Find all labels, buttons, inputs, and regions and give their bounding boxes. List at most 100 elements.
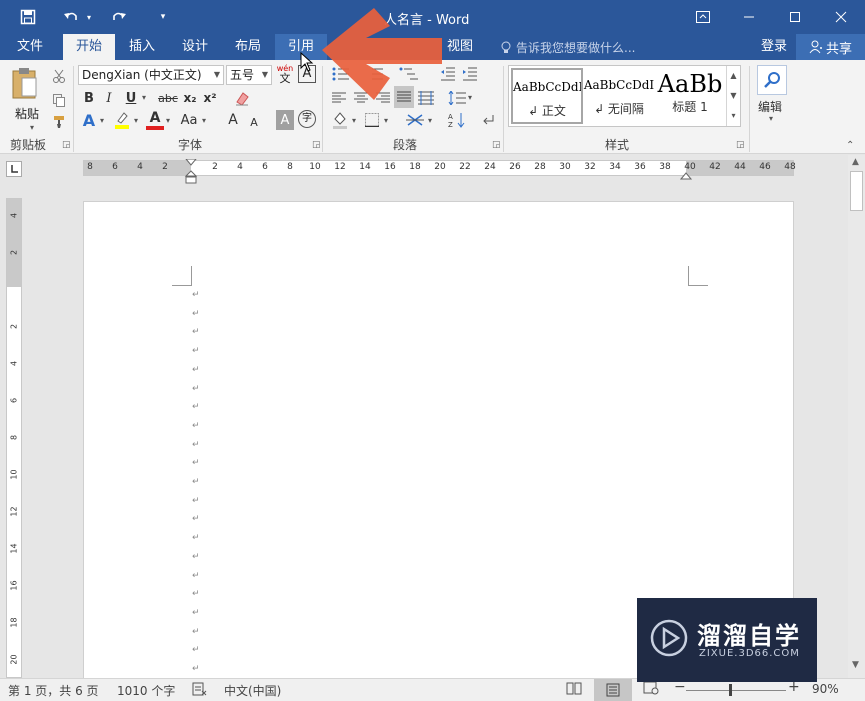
style-normal[interactable]: AaBbCcDdI ↲ 正文 [511,68,583,124]
sort-icon[interactable]: AZ [446,110,468,130]
share-label: 共享 [825,41,852,57]
collapse-ribbon-icon[interactable]: ⌃ [846,140,854,151]
paste-dropdown-icon[interactable]: ▾ [30,123,34,132]
vruler-tick-label: 4 [9,360,19,367]
scroll-down-icon[interactable]: ▼ [852,660,859,670]
vruler-tick-label: 4 [9,212,19,219]
highlight-icon[interactable] [112,110,132,130]
find-icon[interactable] [757,65,787,95]
tell-me-box[interactable]: 告诉我您想要做什么... [500,39,635,56]
cut-icon[interactable] [50,66,68,86]
vertical-ruler[interactable]: 4 2 2 4 6 8 10 12 14 16 18 20 [6,198,22,678]
line-spacing-icon[interactable] [446,88,468,108]
underline-button[interactable]: U [122,88,140,108]
tab-layout[interactable]: 布局 [222,34,274,60]
tab-home[interactable]: 开始 [63,34,116,60]
customize-qat-icon[interactable]: ▾ [156,6,170,28]
format-painter-icon[interactable] [50,112,68,132]
undo-dropdown-icon[interactable]: ▾ [84,6,94,28]
line-spacing-dropdown-icon[interactable]: ▾ [468,93,472,102]
underline-dropdown-icon[interactable]: ▾ [142,93,146,102]
vruler-tick-label: 20 [9,654,19,665]
text-effects-icon[interactable]: A [80,110,98,130]
horizontal-ruler[interactable]: 8 6 4 2 2 4 6 8 10 12 14 16 18 20 22 24 26 28 30 32 34 36 38 40… [83,158,796,184]
font-launcher-icon[interactable]: ◲ [312,140,321,150]
language[interactable]: 中文(中国) [224,682,281,699]
ruler-tick-label: 42 [709,162,721,172]
zoom-slider-thumb[interactable] [729,684,732,696]
login-link[interactable]: 登录 [748,34,800,60]
clear-formatting-icon[interactable] [232,88,252,108]
ruler-tick-label: 34 [609,162,621,172]
shrink-font-button[interactable]: A [246,112,262,132]
chinese-layout-icon[interactable] [404,110,426,130]
strikethrough-button[interactable]: abc [156,88,180,108]
redo-icon[interactable] [108,6,130,28]
paragraph-launcher-icon[interactable]: ◲ [492,140,501,150]
editing-label[interactable]: 编辑 [758,98,782,115]
ribbon-display-options-icon[interactable] [680,0,726,34]
scroll-up-icon[interactable]: ▲ [852,157,859,167]
font-color-dropdown-icon[interactable]: ▾ [166,116,170,125]
share-button[interactable]: 共享 [796,34,865,60]
editing-dropdown-icon[interactable]: ▾ [769,114,773,123]
right-indent-marker[interactable] [679,169,693,180]
change-case-dropdown-icon[interactable]: ▾ [202,116,206,125]
vruler-tick-label: 6 [9,397,19,404]
word-count[interactable]: 1010 个字 [117,682,175,699]
paragraph-mark: ↵ [192,458,200,469]
bold-button[interactable]: B [80,88,98,108]
char-shading-button[interactable]: A [276,110,294,130]
page-count[interactable]: 第 1 页，共 6 页 [8,682,99,699]
indent-markers[interactable] [184,158,198,185]
zoom-level[interactable]: 90% [812,682,839,696]
enclose-char-button[interactable]: 字 [298,110,316,128]
maximize-icon[interactable] [772,0,818,34]
print-layout-icon[interactable] [594,679,632,701]
borders-icon[interactable] [362,110,382,130]
paragraph-mark: ↵ [192,589,200,600]
read-mode-icon[interactable] [566,681,582,698]
ruler-tick-label: 4 [237,162,243,172]
grow-font-button[interactable]: A [224,110,242,130]
text-effects-dropdown-icon[interactable]: ▾ [100,116,104,125]
font-size-combo[interactable]: 五号 ▼ [226,65,272,85]
zoom-slider[interactable] [686,690,786,691]
minimize-icon[interactable] [726,0,772,34]
save-icon[interactable] [16,6,40,28]
change-case-button[interactable]: Aa [178,110,200,130]
highlight-dropdown-icon[interactable]: ▾ [134,116,138,125]
style-no-spacing[interactable]: AaBbCcDdI ↲ 无间隔 [583,68,655,124]
ruler-tick-label: 2 [162,162,168,172]
shading-dropdown-icon[interactable]: ▾ [352,116,356,125]
proofing-icon[interactable] [191,681,207,700]
show-marks-icon[interactable] [478,110,498,130]
superscript-button[interactable]: x² [201,88,219,108]
tab-selector[interactable] [6,161,22,177]
web-layout-icon[interactable] [643,681,659,698]
styles-launcher-icon[interactable]: ◲ [736,140,745,150]
svg-text:Z: Z [448,121,453,128]
copy-icon[interactable] [50,90,68,110]
undo-icon[interactable] [60,6,82,28]
style-heading-1[interactable]: AaBb 标题 1 [655,68,725,124]
vertical-scrollbar[interactable]: ▲ ▼ [848,155,865,678]
styles-scroll[interactable]: ▲ ▼ ▾ [726,66,740,126]
font-name-combo[interactable]: DengXian (中文正文) ▼ [78,65,224,85]
clipboard-launcher-icon[interactable]: ◲ [62,140,71,150]
shading-icon[interactable] [330,110,350,130]
italic-button[interactable]: I [100,88,118,108]
tab-file[interactable]: 文件 [4,34,56,60]
scroll-thumb[interactable] [850,171,863,211]
borders-dropdown-icon[interactable]: ▾ [384,116,388,125]
tab-design[interactable]: 设计 [169,34,221,60]
close-icon[interactable] [818,0,864,34]
ruler-tick-label: 4 [137,162,143,172]
increase-indent-icon[interactable] [460,64,480,84]
paste-button[interactable]: 粘贴 [10,66,44,121]
chinese-layout-dropdown-icon[interactable]: ▾ [428,116,432,125]
subscript-button[interactable]: x₂ [181,88,199,108]
font-color-button[interactable]: A [146,110,164,130]
tab-insert[interactable]: 插入 [116,34,168,60]
phonetic-guide-button[interactable]: wén 文 [276,64,294,86]
